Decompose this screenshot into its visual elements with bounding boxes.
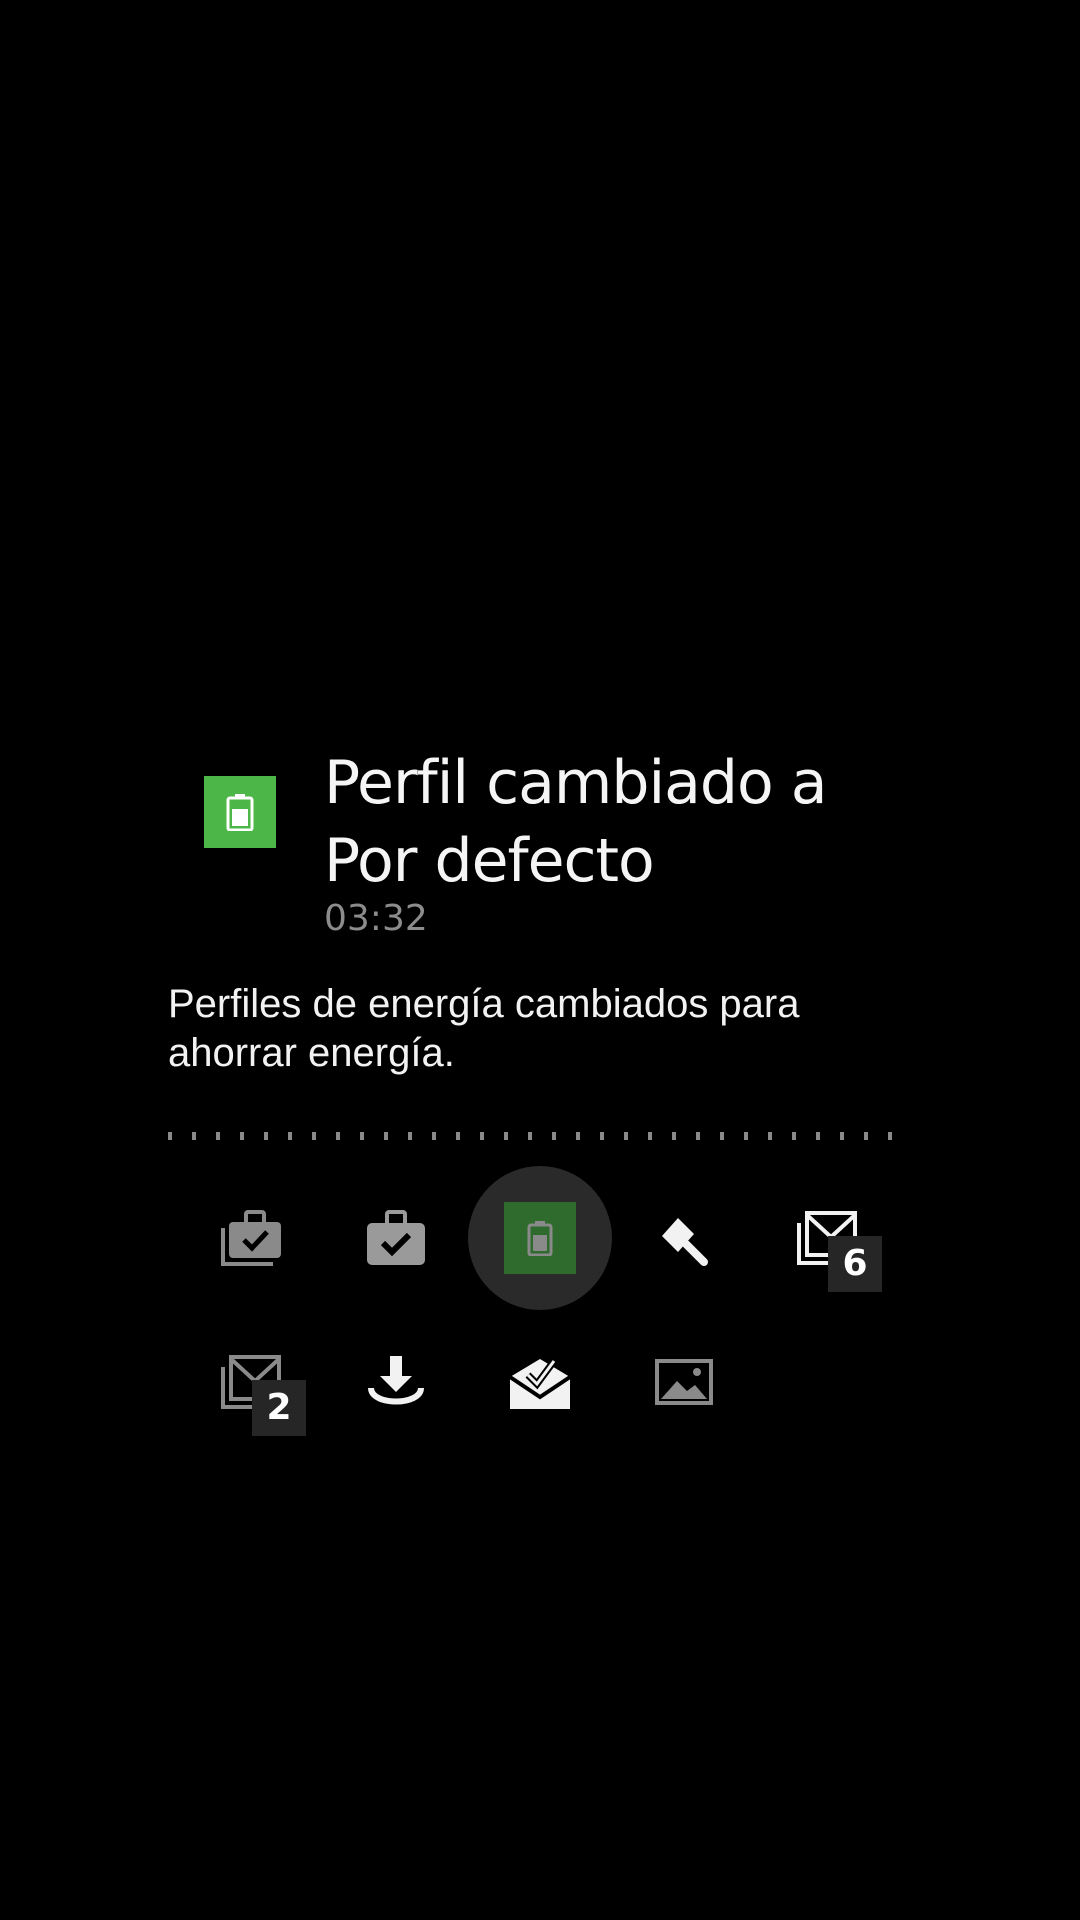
battery-app-icon: [204, 776, 276, 848]
mail-open-check-button[interactable]: [480, 1322, 600, 1442]
download-icon: [368, 1356, 424, 1405]
mail-open-check-icon: [508, 1358, 572, 1409]
stacked-briefcase-check-button[interactable]: [192, 1178, 312, 1298]
notification-time: 03:32: [324, 898, 428, 939]
notification-body: Perfiles de energía cambiados para ahorr…: [168, 982, 800, 1075]
image-button[interactable]: [624, 1322, 744, 1442]
briefcase-check-button[interactable]: [336, 1178, 456, 1298]
mail-count-badge: 6: [828, 1236, 882, 1292]
briefcase-check-icon: [367, 1210, 425, 1265]
battery-icon: [527, 1221, 553, 1256]
paint-brush-icon: [662, 1218, 708, 1266]
download-button[interactable]: [336, 1322, 456, 1442]
battery-selected-button[interactable]: [468, 1166, 612, 1310]
dotted-separator: [168, 1132, 912, 1140]
paint-brush-button[interactable]: [624, 1178, 744, 1298]
battery-selected-square: [504, 1202, 576, 1274]
battery-icon: [226, 794, 254, 831]
stacked-briefcase-check-icon: [221, 1210, 281, 1266]
notification-title: Perfil cambiado a Por defecto: [324, 748, 828, 896]
mail-count-badge: 2: [252, 1380, 306, 1436]
image-icon: [655, 1359, 713, 1405]
